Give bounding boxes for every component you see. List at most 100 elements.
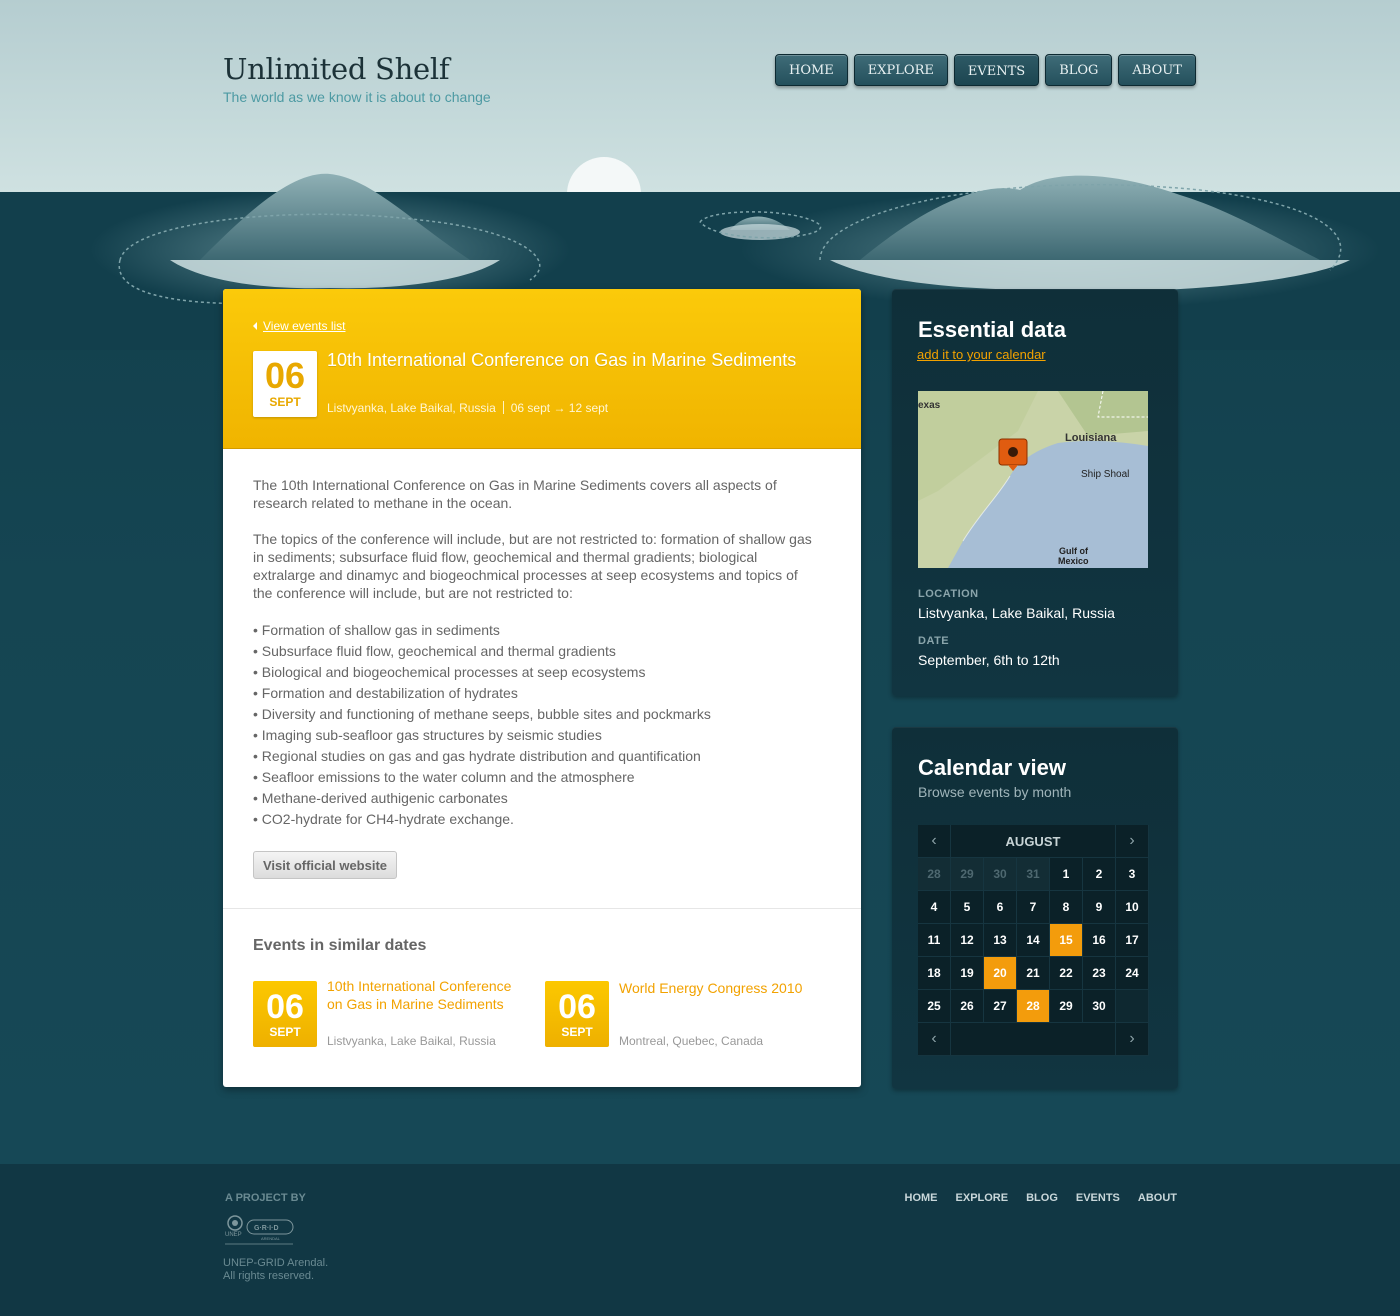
similar-event-title-link[interactable]: World Energy Congress 2010 bbox=[619, 979, 819, 997]
footer-nav-blog[interactable]: BLOG bbox=[1026, 1192, 1058, 1204]
nav-home-button[interactable]: HOME bbox=[775, 54, 848, 86]
calendar-week-row: 4 5 6 7 8 9 10 bbox=[918, 891, 1149, 924]
calendar-day-cell[interactable]: 2 bbox=[1083, 858, 1116, 891]
calendar-day-cell[interactable]: 25 bbox=[918, 990, 951, 1023]
calendar-day-cell[interactable]: 12 bbox=[951, 924, 984, 957]
similar-event-day: 06 bbox=[266, 988, 304, 1026]
list-item: Diversity and functioning of methane see… bbox=[253, 704, 813, 725]
similar-event-month: SEPT bbox=[561, 1025, 593, 1039]
date-value: September, 6th to 12th bbox=[918, 652, 1060, 668]
calendar-footer-row: ‹ › bbox=[918, 1023, 1149, 1056]
calendar-day-cell[interactable]: 29 bbox=[951, 858, 984, 891]
calendar-day-cell[interactable]: 29 bbox=[1050, 990, 1083, 1023]
calendar-panel: Calendar view Browse events by month ‹ A… bbox=[892, 727, 1178, 1089]
similar-events-heading: Events in similar dates bbox=[253, 937, 427, 954]
topics-list: Formation of shallow gas in sediments Su… bbox=[253, 620, 813, 830]
calendar-day-cell[interactable]: 28 bbox=[918, 858, 951, 891]
nav-about-button[interactable]: ABOUT bbox=[1118, 54, 1196, 86]
map-label-ship-shoal: Ship Shoal bbox=[1081, 469, 1129, 480]
event-title: 10th International Conference on Gas in … bbox=[327, 350, 797, 370]
calendar-day-cell[interactable]: 5 bbox=[951, 891, 984, 924]
calendar-day-cell[interactable]: 20 bbox=[984, 957, 1017, 990]
location-map[interactable]: exas Louisiana Ship Shoal Gulf of Mexico bbox=[918, 391, 1148, 568]
event-description: The 10th International Conference on Gas… bbox=[253, 476, 813, 830]
view-events-list-link[interactable]: View events list bbox=[253, 319, 345, 333]
calendar-week-row: 25 26 27 28 29 30 bbox=[918, 990, 1149, 1023]
list-item: Methane-derived authigenic carbonates bbox=[253, 788, 813, 809]
calendar-heading: Calendar view bbox=[918, 755, 1066, 780]
calendar-day-cell[interactable]: 27 bbox=[984, 990, 1017, 1023]
calendar-day-cell[interactable]: 8 bbox=[1050, 891, 1083, 924]
list-item: CO2-hydrate for CH4-hydrate exchange. bbox=[253, 809, 813, 830]
similar-event-day: 06 bbox=[558, 988, 596, 1026]
calendar-day-cell[interactable]: 22 bbox=[1050, 957, 1083, 990]
back-link-label: View events list bbox=[263, 319, 346, 333]
chevron-left-icon[interactable]: ‹ bbox=[918, 1023, 951, 1056]
essential-data-panel: Essential data add it to your calendar e… bbox=[892, 289, 1178, 696]
similar-event-item[interactable]: 06 SEPT World Energy Congress 2010 Montr… bbox=[545, 980, 815, 1051]
calendar-day-cell[interactable]: 17 bbox=[1116, 924, 1149, 957]
calendar-day-cell[interactable]: 16 bbox=[1083, 924, 1116, 957]
visit-official-website-button[interactable]: Visit official website bbox=[253, 851, 398, 879]
nav-blog-button[interactable]: BLOG bbox=[1045, 54, 1113, 86]
calendar-day-cell[interactable]: 4 bbox=[918, 891, 951, 924]
similar-event-item[interactable]: 06 SEPT 10th International Conference on… bbox=[253, 978, 523, 1051]
map-label-louisiana: Louisiana bbox=[1065, 432, 1117, 444]
calendar-footer-spacer bbox=[951, 1023, 1116, 1056]
map-label-gulf: Gulf of bbox=[1059, 546, 1089, 556]
calendar-day-cell[interactable]: 21 bbox=[1017, 957, 1050, 990]
calendar-day-cell[interactable]: 26 bbox=[951, 990, 984, 1023]
unep-grid-logo[interactable]: UNEP G·R·I·D ARENDAL bbox=[223, 1214, 295, 1248]
list-item: Imaging sub-seafloor gas structures by s… bbox=[253, 725, 813, 746]
calendar-day-cell[interactable]: 15 bbox=[1050, 924, 1083, 957]
calendar-day-cell[interactable]: 23 bbox=[1083, 957, 1116, 990]
list-item: Biological and biogeochemical processes … bbox=[253, 662, 813, 683]
chevron-left-icon[interactable]: ‹ bbox=[918, 825, 951, 858]
divider bbox=[223, 908, 861, 909]
footer-nav-explore[interactable]: EXPLORE bbox=[956, 1192, 1009, 1204]
footer-nav-home[interactable]: HOME bbox=[905, 1192, 938, 1204]
calendar-day-cell[interactable]: 19 bbox=[951, 957, 984, 990]
calendar-subtitle: Browse events by month bbox=[918, 784, 1072, 800]
calendar-day-cell[interactable]: 30 bbox=[984, 858, 1017, 891]
similar-event-location: Montreal, Quebec, Canada bbox=[619, 1034, 764, 1048]
event-day: 06 bbox=[264, 355, 306, 396]
calendar-week-row: 11 12 13 14 15 16 17 bbox=[918, 924, 1149, 957]
footer: A PROJECT BY UNEP G·R·I·D ARENDAL UNEP-G… bbox=[0, 1164, 1400, 1316]
calendar-day-cell[interactable]: 3 bbox=[1116, 858, 1149, 891]
similar-event-date-badge: 06 SEPT bbox=[253, 981, 317, 1047]
calendar-day-cell[interactable]: 28 bbox=[1017, 990, 1050, 1023]
calendar-header-row: ‹ AUGUST › bbox=[918, 825, 1149, 858]
event-card: View events list 06 SEPT 10th Internatio… bbox=[223, 289, 861, 1087]
site-title[interactable]: Unlimited Shelf bbox=[223, 52, 450, 86]
location-value: Listvyanka, Lake Baikal, Russia bbox=[918, 605, 1115, 621]
calendar-day-cell[interactable]: 7 bbox=[1017, 891, 1050, 924]
calendar-day-cell[interactable]: 18 bbox=[918, 957, 951, 990]
calendar-day-cell[interactable]: 13 bbox=[984, 924, 1017, 957]
calendar-day-cell[interactable]: 9 bbox=[1083, 891, 1116, 924]
logo-unep-text: UNEP bbox=[225, 1232, 242, 1238]
calendar-day-cell[interactable]: 30 bbox=[1083, 990, 1116, 1023]
list-item: Seafloor emissions to the water column a… bbox=[253, 767, 813, 788]
calendar-weeks: 28 29 30 31 1 2 3 4 5 6 7 8 9 10 11 12 13 14 15 16 17 18 19 20 2… bbox=[918, 858, 1149, 1023]
calendar-day-cell[interactable]: 11 bbox=[918, 924, 951, 957]
footer-nav-about[interactable]: ABOUT bbox=[1138, 1192, 1177, 1204]
calendar-day-cell[interactable]: 1 bbox=[1050, 858, 1083, 891]
add-to-calendar-link[interactable]: add it to your calendar bbox=[917, 347, 1046, 362]
calendar-day-cell[interactable]: 10 bbox=[1116, 891, 1149, 924]
calendar-day-cell[interactable]: 31 bbox=[1017, 858, 1050, 891]
chevron-right-icon[interactable]: › bbox=[1116, 825, 1149, 858]
calendar-grid: ‹ AUGUST › 28 29 30 31 1 2 3 4 5 6 7 8 9 10 11 12 13 14 15… bbox=[918, 825, 1149, 1056]
calendar-day-cell[interactable]: 14 bbox=[1017, 924, 1050, 957]
similar-event-title-link[interactable]: 10th International Conference on Gas in … bbox=[327, 977, 527, 1013]
calendar-week-row: 28 29 30 31 1 2 3 bbox=[918, 858, 1149, 891]
nav-events-button[interactable]: EVENTS bbox=[953, 54, 1040, 86]
chevron-right-icon[interactable]: › bbox=[1116, 1023, 1149, 1056]
calendar-day-cell[interactable]: 24 bbox=[1116, 957, 1149, 990]
map-label-mexico: Mexico bbox=[1058, 556, 1089, 566]
map-label-texas: exas bbox=[918, 400, 941, 411]
footer-nav-events[interactable]: EVENTS bbox=[1076, 1192, 1120, 1204]
nav-explore-button[interactable]: EXPLORE bbox=[853, 54, 948, 86]
calendar-day-cell[interactable]: 6 bbox=[984, 891, 1017, 924]
event-dates: 06 sept → 12 sept bbox=[510, 401, 609, 415]
